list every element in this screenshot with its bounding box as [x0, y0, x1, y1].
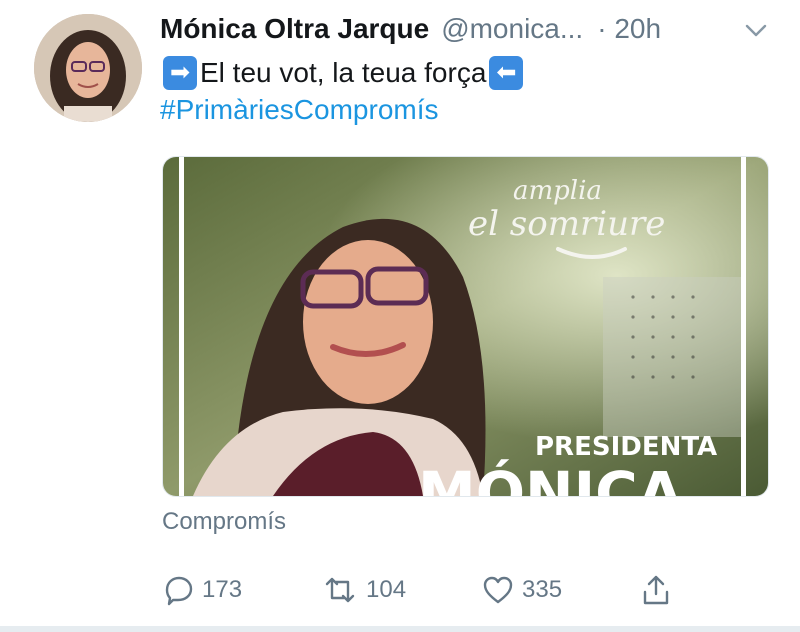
- media-script-line2: el somriure: [468, 204, 665, 244]
- divider: [0, 626, 800, 632]
- media-photo: amplia el somriure PRESIDENTA MÓNICA: [163, 157, 768, 496]
- retweet-count: 104: [366, 576, 407, 603]
- tweet-time[interactable]: · 20h: [597, 13, 661, 45]
- media-label: PRESIDENTA: [535, 432, 717, 462]
- chevron-down-icon[interactable]: [743, 17, 769, 43]
- reply-button[interactable]: 173: [160, 570, 242, 610]
- avatar[interactable]: [34, 14, 142, 122]
- author-handle[interactable]: @monica...: [441, 13, 583, 45]
- reply-count: 173: [202, 576, 243, 603]
- share-icon: [643, 575, 669, 605]
- retweet-button[interactable]: 104: [320, 570, 406, 610]
- right-arrow-emoji-icon: ➡: [163, 56, 197, 90]
- media-script-line1: amplia: [513, 176, 602, 206]
- hashtag-link[interactable]: #PrimàriesCompromís: [160, 94, 439, 126]
- retweet-icon: [325, 577, 355, 603]
- share-button[interactable]: [638, 570, 674, 610]
- tweet-actions: 173 104 335: [160, 570, 720, 610]
- tweet-media[interactable]: amplia el somriure PRESIDENTA MÓNICA: [162, 156, 769, 497]
- like-button[interactable]: 335: [480, 570, 562, 610]
- author-name[interactable]: Mónica Oltra Jarque: [160, 13, 429, 45]
- media-name: MÓNICA: [418, 458, 683, 496]
- avatar-image: [34, 14, 142, 122]
- tweet-header: Mónica Oltra Jarque @monica... · 20h: [160, 12, 780, 46]
- like-icon: [483, 576, 513, 604]
- tweet-text: ➡ El teu vot, la teua força ⬅: [160, 56, 526, 90]
- left-arrow-emoji-icon: ⬅: [489, 56, 524, 90]
- like-count: 335: [522, 576, 563, 603]
- tweet-text-main: El teu vot, la teua força: [200, 57, 487, 88]
- reply-icon: [165, 576, 193, 606]
- media-source-label[interactable]: Compromís: [162, 508, 286, 536]
